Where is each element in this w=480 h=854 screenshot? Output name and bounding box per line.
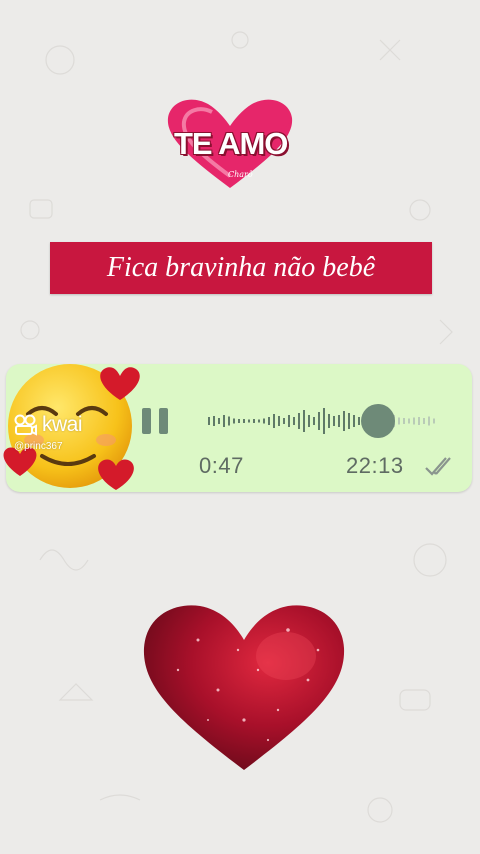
waveform-bar: [263, 418, 265, 424]
waveform-bar: [298, 413, 300, 429]
waveform-bar: [428, 416, 430, 426]
glitter-heart-icon: [143, 605, 345, 770]
waveform-bar: [283, 418, 285, 424]
waveform-bar: [273, 414, 275, 428]
waveform-bar: [423, 418, 425, 424]
waveform-bar: [358, 417, 360, 425]
waveform-bar: [303, 410, 305, 432]
waveform-bar: [418, 417, 420, 425]
waveform-bar: [293, 417, 295, 425]
waveform-bar: [268, 417, 270, 425]
waveform-bar: [348, 413, 350, 429]
waveform-bar: [318, 412, 320, 430]
audio-waveform[interactable]: [208, 400, 448, 442]
waveform-bar: [313, 417, 315, 425]
creator-handle: @princ367: [14, 441, 63, 452]
logo-signature: Charô: [228, 170, 253, 179]
waveform-bar: [243, 419, 245, 423]
double-check-icon: [425, 457, 451, 476]
waveform-bar: [238, 419, 240, 423]
kwai-brand-text: kwai: [42, 413, 83, 436]
waveform-bar: [233, 418, 235, 424]
waveform-bar: [343, 411, 345, 431]
waveform-bar: [403, 418, 405, 424]
waveform-bar: [288, 415, 290, 427]
waveform-bar: [398, 417, 400, 425]
waveform-bar: [228, 416, 230, 426]
waveform-bar: [213, 416, 215, 426]
waveform-bar: [248, 419, 250, 423]
waveform-bar: [353, 415, 355, 427]
waveform-bar: [253, 419, 255, 423]
waveform-bar: [413, 417, 415, 425]
voice-duration: 0:47: [199, 453, 244, 478]
message-time: 22:13: [346, 453, 404, 478]
te-amo-logo-text: TE AMO: [174, 126, 288, 161]
waveform-bar: [223, 415, 225, 427]
kwai-watermark: kwai: [14, 413, 83, 437]
waveform-bar: [278, 416, 280, 426]
waveform-bar: [408, 418, 410, 424]
waveform-bar: [338, 415, 340, 427]
waveform-bar: [308, 415, 310, 427]
playback-position-knob[interactable]: [361, 404, 395, 438]
waveform-bar: [258, 419, 260, 423]
waveform-bar: [218, 418, 220, 424]
waveform-bar: [323, 408, 325, 434]
caption-banner: Fica bravinha não bebê: [50, 242, 432, 294]
waveform-bar: [433, 418, 435, 424]
kwai-logo-icon: [14, 414, 37, 436]
waveform-bar: [328, 414, 330, 428]
waveform-bar: [333, 416, 335, 426]
waveform-bar: [208, 417, 210, 425]
